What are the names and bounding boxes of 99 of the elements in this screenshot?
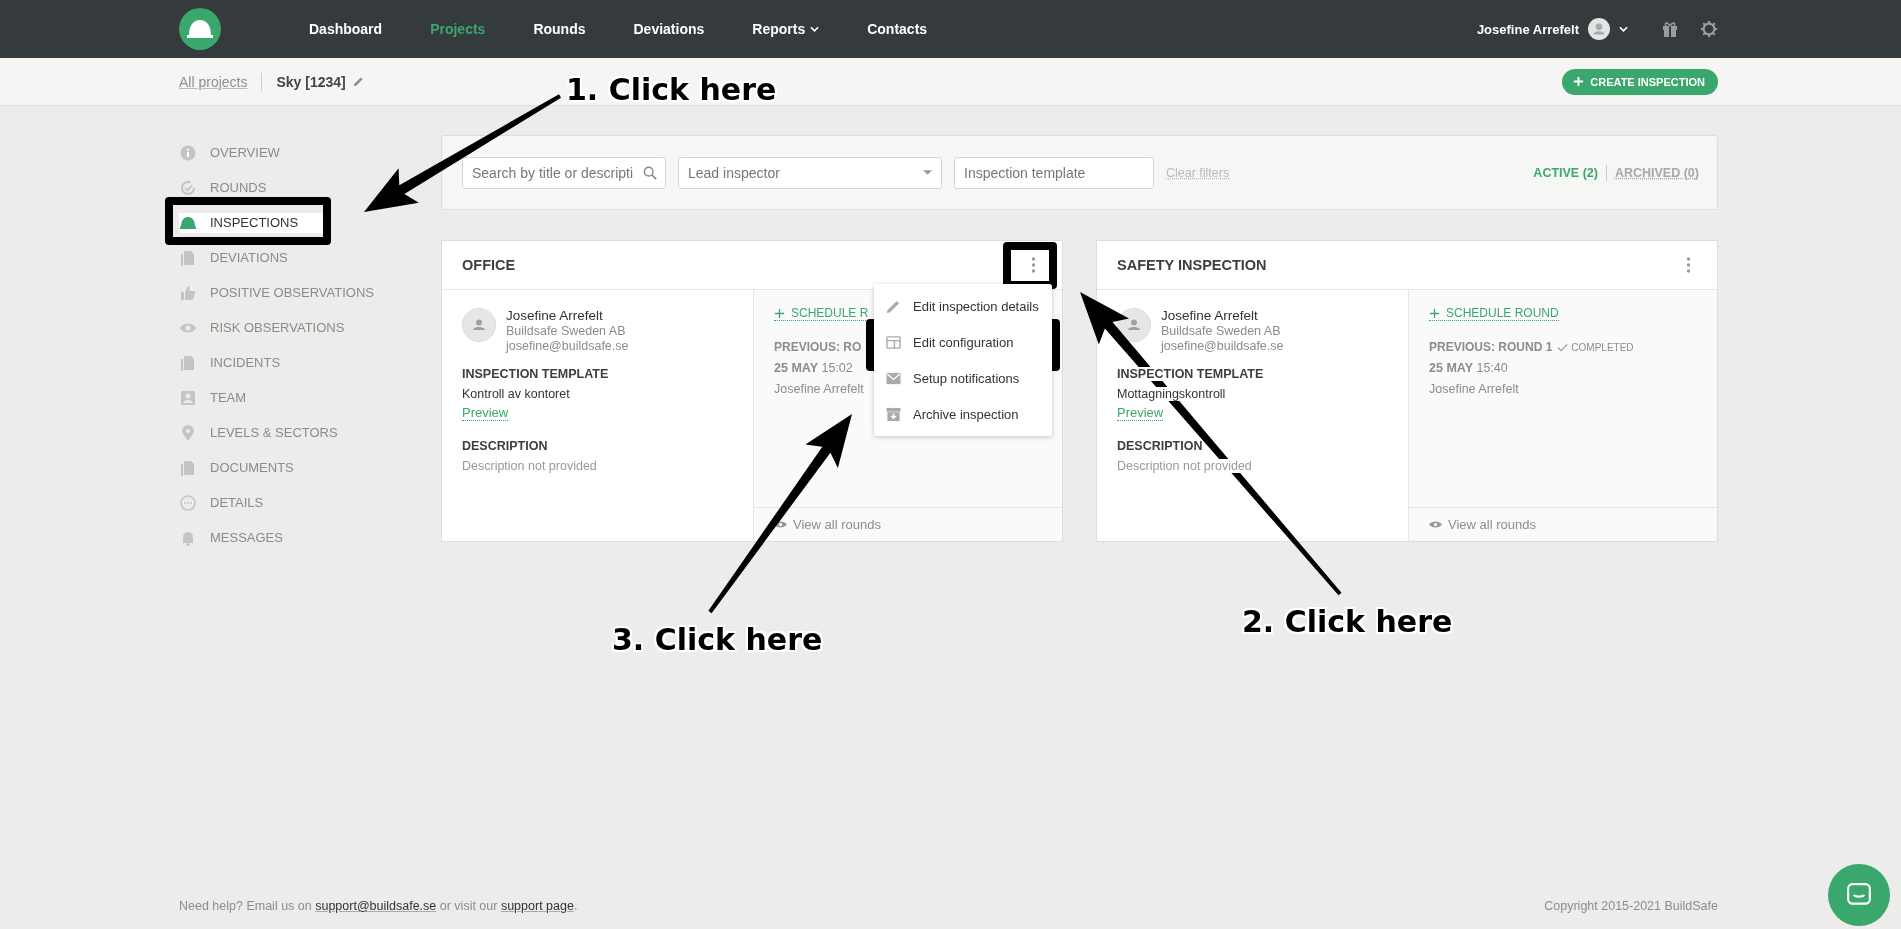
more-icon [180, 494, 196, 511]
helmet-logo-icon[interactable] [179, 8, 221, 50]
gift-icon[interactable] [1661, 20, 1679, 38]
helmet-icon [180, 214, 196, 231]
card-title: SAFETY INSPECTION [1117, 257, 1267, 273]
description-text: Description not provided [462, 459, 597, 473]
section-heading: INSPECTION TEMPLATE [462, 367, 609, 381]
nav-link[interactable]: Projects [430, 21, 486, 37]
nav-link[interactable]: Deviations [633, 21, 705, 37]
round-inspector: Josefine Arrefelt [774, 382, 864, 396]
sidebar-item[interactable]: OVERVIEW [179, 142, 329, 163]
envelope-icon [886, 370, 901, 386]
section-heading: DESCRIPTION [462, 439, 548, 453]
pin-icon [180, 424, 196, 441]
status-tab[interactable]: ACTIVE (2) [1533, 165, 1598, 180]
plus-icon [774, 307, 785, 319]
schedule-round-link[interactable]: SCHEDULE R [774, 306, 869, 321]
template-name: Mottagningskontroll [1117, 387, 1226, 401]
menu-item[interactable]: Edit configuration [874, 324, 1052, 360]
sidebar-item[interactable]: LEVELS & SECTORS [179, 422, 338, 443]
info-icon [180, 144, 196, 161]
plus-icon [1573, 76, 1585, 87]
round-date: 25 MAY 15:02 [774, 361, 853, 375]
more-icon[interactable] [1031, 257, 1036, 273]
sidebar-item[interactable]: DEVIATIONS [179, 247, 329, 268]
menu-item[interactable]: Archive inspection [874, 396, 1052, 432]
check-icon [1557, 342, 1569, 352]
menu-item[interactable]: Edit inspection details [874, 288, 1052, 324]
support-page-link[interactable]: support page [500, 899, 574, 913]
chat-icon [1846, 882, 1872, 908]
nav-link[interactable]: Dashboard [309, 21, 383, 37]
chevron-down-icon[interactable] [1619, 26, 1628, 32]
pencil-icon[interactable] [352, 76, 364, 87]
create-inspection-button[interactable]: CREATE INSPECTION [1562, 68, 1718, 95]
previous-round: PREVIOUS: RO [774, 340, 862, 354]
view-all-rounds-link[interactable]: View all rounds [1409, 507, 1717, 541]
round-inspector: Josefine Arrefelt [1429, 382, 1519, 396]
schedule-round-link[interactable]: SCHEDULE ROUND [1429, 306, 1559, 321]
inspector-email: josefine@buildsafe.se [506, 339, 629, 353]
more-icon[interactable] [1686, 257, 1691, 273]
inspector-company: Buildsafe Sweden AB [506, 324, 627, 338]
window-icon [886, 334, 901, 350]
sidebar-item[interactable]: INCIDENTS [179, 352, 329, 373]
caret-icon [923, 170, 932, 175]
preview-link[interactable]: Preview [1117, 405, 1164, 421]
template-name: Kontroll av kontoret [462, 387, 570, 401]
bell-icon [180, 529, 196, 546]
clear-filters-link[interactable]: Clear filters [1166, 165, 1230, 180]
refresh-icon [180, 179, 196, 196]
search-field[interactable]: Search by title or descripti [462, 156, 666, 189]
person-icon [180, 389, 196, 406]
email-link[interactable]: support@buildsafe.se [315, 899, 437, 913]
round-date: 25 MAY 15:40 [1429, 361, 1508, 375]
project-name: Sky [1234] [276, 73, 346, 90]
search-icon [643, 165, 657, 180]
nav-link[interactable]: Rounds [533, 21, 586, 37]
callout-text: 3. Click here [612, 622, 823, 657]
round-status: COMPLETED [1557, 341, 1634, 353]
nav-link[interactable]: Contacts [867, 21, 928, 37]
sidebar-item[interactable]: DETAILS [179, 492, 329, 513]
template-field[interactable]: Inspection template [954, 156, 1154, 189]
settings-icon[interactable] [1700, 20, 1718, 38]
sidebar-item[interactable]: POSITIVE OBSERVATIONS [179, 282, 374, 303]
plus-icon [1429, 307, 1440, 319]
sidebar-item[interactable]: TEAM [179, 387, 329, 408]
status-tab[interactable]: ARCHIVED (0) [1614, 165, 1699, 180]
card-title: OFFICE [462, 257, 516, 273]
preview-link[interactable]: Preview [462, 405, 509, 421]
menu-item[interactable]: Setup notifications [874, 360, 1052, 396]
thumbs-up-icon [180, 284, 196, 301]
pencil-icon [886, 298, 901, 314]
avatar-icon [462, 308, 496, 342]
sidebar-item[interactable]: ROUNDS [179, 177, 329, 198]
callout-text: 1. Click here [566, 72, 777, 107]
avatar-icon[interactable] [1588, 18, 1610, 40]
inspector-email: josefine@buildsafe.se [1161, 339, 1284, 353]
breadcrumb-link[interactable]: All projects [179, 73, 248, 90]
highlight-frame [1003, 242, 1057, 289]
section-heading: DESCRIPTION [1117, 439, 1203, 453]
inspector-company: Buildsafe Sweden AB [1161, 324, 1282, 338]
document-icon [180, 459, 196, 476]
nav-link[interactable]: Reports [752, 21, 820, 37]
document-icon [180, 249, 196, 266]
sidebar-item[interactable]: DOCUMENTS [179, 457, 329, 478]
copyright-text: Copyright 2015-2021 BuildSafe [1544, 899, 1718, 913]
section-heading: INSPECTION TEMPLATE [1117, 367, 1264, 381]
archive-icon [886, 406, 901, 422]
help-text: Need help? Email us on support@buildsafe.se or visit our support page. [179, 899, 578, 913]
user-name[interactable]: Josefine Arrefelt [1476, 21, 1579, 37]
callout-text: 2. Click here [1242, 604, 1453, 639]
description-text: Description not provided [1117, 459, 1252, 473]
document-icon [180, 354, 196, 371]
eye-icon [1429, 520, 1442, 529]
inspector-name: Josefine Arrefelt [506, 308, 604, 323]
lead-inspector-dropdown[interactable]: Lead inspector [678, 156, 942, 189]
sidebar-item[interactable]: RISK OBSERVATIONS [179, 317, 345, 338]
inspector-name: Josefine Arrefelt [1161, 308, 1259, 323]
previous-round: PREVIOUS: ROUND 1 [1429, 340, 1553, 354]
sidebar-item[interactable]: MESSAGES [179, 527, 329, 548]
